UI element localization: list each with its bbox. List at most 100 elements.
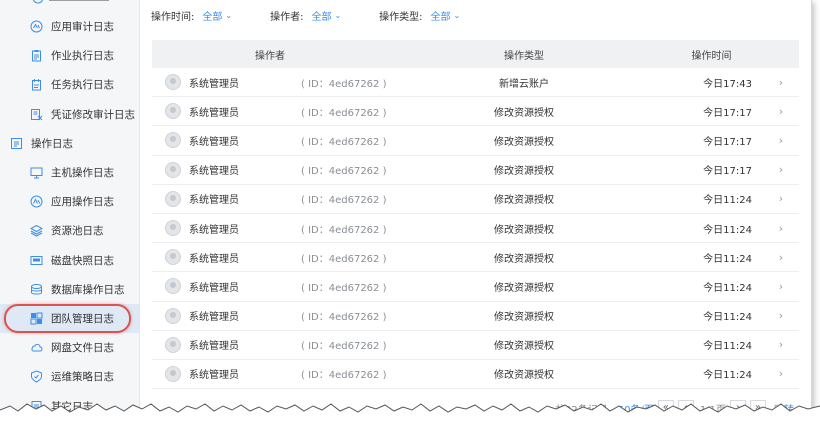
table-row[interactable]: 系统管理员 ( ID：4ed67262 ) 新增云账户 今日17:43 ›: [152, 68, 799, 98]
sidebar-item[interactable]: 主机操作日志: [0, 158, 139, 187]
sidebar-item[interactable]: 网盘文件日志: [0, 333, 139, 362]
operator-id: ( ID：4ed67262 ): [301, 78, 387, 90]
cropped-top-item: [32, 0, 109, 4]
filter-operator-dropdown[interactable]: 全部 ⌄: [311, 8, 341, 23]
cell-time: 今日11:24: [703, 253, 752, 265]
avatar: [165, 249, 181, 266]
chevron-right-icon[interactable]: ›: [763, 105, 799, 118]
avatar: [165, 220, 181, 237]
chevron-right-icon[interactable]: ›: [763, 251, 799, 264]
team-icon: [30, 312, 43, 325]
table-row[interactable]: 系统管理员 ( ID：4ed67262 ) 修改资源授权 今日17:17 ›: [152, 156, 799, 185]
torn-edge: [0, 403, 820, 430]
operator-name: 系统管理员: [189, 78, 239, 90]
sidebar-item-label: 资源池日志: [51, 225, 104, 238]
cell-time: 今日17:17: [703, 166, 752, 178]
cell-time: 今日11:24: [703, 312, 752, 324]
header-time: 操作时间: [691, 50, 732, 62]
sidebar-item-label: 作业执行日志: [51, 50, 114, 63]
sidebar-item[interactable]: 任务执行日志: [0, 70, 139, 99]
sidebar-item[interactable]: 作业执行日志: [0, 41, 139, 70]
table-row[interactable]: 系统管理员 ( ID：4ed67262 ) 修改资源授权 今日11:24 ›: [152, 360, 799, 390]
filter-type-label: 操作类型:: [379, 11, 423, 23]
table-row[interactable]: 系统管理员 ( ID：4ed67262 ) 修改资源授权 今日11:24 ›: [152, 302, 799, 331]
clipboard-icon: [30, 49, 43, 62]
database-icon: [30, 283, 43, 296]
cell-time: 今日11:24: [703, 370, 752, 382]
operator-name: 系统管理员: [189, 166, 239, 178]
main-content: 操作时间: 全部 ⌄ 操作者: 全部 ⌄ 操作类型: 全部 ⌄ 操作者 操作类型…: [141, 0, 811, 424]
sidebar-item-label: 凭证修改审计日志: [51, 108, 135, 121]
operator-id: ( ID：4ed67262 ): [301, 224, 387, 236]
chevron-right-icon[interactable]: ›: [763, 222, 799, 235]
sidebar-item[interactable]: 凭证修改审计日志: [0, 100, 139, 129]
filter-type-dropdown[interactable]: 全部 ⌄: [431, 8, 461, 23]
cell-type: 修改资源授权: [494, 136, 554, 148]
cell-operator: 系统管理员 ( ID：4ed67262 ): [152, 132, 388, 149]
cell-operator: 系统管理员 ( ID：4ed67262 ): [152, 307, 388, 324]
cell-operator: 系统管理员 ( ID：4ed67262 ): [152, 365, 388, 382]
chevron-right-icon[interactable]: ›: [763, 76, 799, 89]
chevron-right-icon[interactable]: ›: [763, 134, 799, 147]
chevron-right-icon[interactable]: ›: [763, 338, 799, 351]
sidebar-item[interactable]: 团队管理日志: [0, 304, 139, 333]
avatar: [165, 132, 181, 149]
filter-time-label: 操作时间:: [151, 11, 195, 23]
table-row[interactable]: 系统管理员 ( ID：4ed67262 ) 修改资源授权 今日11:24 ›: [152, 214, 799, 244]
avatar: [165, 307, 181, 324]
operator-name: 系统管理员: [189, 282, 239, 294]
disk-icon: [30, 254, 43, 267]
sidebar: 应用审计日志作业执行日志 任务执行日志凭证修改审计日志操作日志 主机操作日志应用操作…: [0, 0, 140, 424]
chevron-right-icon[interactable]: ›: [763, 163, 799, 176]
filter-time-dropdown[interactable]: 全部 ⌄: [202, 8, 232, 23]
cell-time: 今日11:24: [703, 341, 752, 353]
cell-type: 修改资源授权: [494, 341, 554, 353]
table-row[interactable]: 系统管理员 ( ID：4ed67262 ) 修改资源授权 今日11:24 ›: [152, 272, 799, 302]
filter-time-value: 全部: [202, 11, 223, 23]
chevron-right-icon[interactable]: ›: [763, 192, 799, 205]
sidebar-item[interactable]: 应用操作日志: [0, 187, 139, 216]
table-row[interactable]: 系统管理员 ( ID：4ed67262 ) 修改资源授权 今日11:24 ›: [152, 185, 799, 214]
filter-operator-label: 操作者:: [270, 11, 304, 23]
filter-time: 操作时间: 全部 ⌄: [151, 8, 232, 23]
operator-name: 系统管理员: [189, 341, 239, 353]
sidebar-item-label: 应用操作日志: [51, 196, 114, 209]
cell-time: 今日17:17: [703, 136, 752, 148]
table-row[interactable]: 系统管理员 ( ID：4ed67262 ) 修改资源授权 今日17:17 ›: [152, 97, 799, 127]
sidebar-item-label: 磁盘快照日志: [51, 254, 114, 267]
cell-type: 修改资源授权: [494, 370, 554, 382]
sidebar-item[interactable]: 磁盘快照日志: [0, 246, 139, 275]
cell-type: 修改资源授权: [494, 282, 554, 294]
log-table: 操作者 操作类型 操作时间 系统管理员( ID：4ed67262 ) 新增云账户今…: [152, 40, 799, 390]
sidebar-item[interactable]: 应用审计日志: [0, 12, 139, 41]
cell-operator: 系统管理员 ( ID：4ed67262 ): [152, 190, 388, 207]
cell-time: 今日17:43: [703, 78, 752, 90]
avatar: [165, 103, 181, 120]
sidebar-item[interactable]: 操作日志: [0, 129, 139, 158]
sidebar-item[interactable]: 资源池日志: [0, 216, 139, 245]
table-row[interactable]: 系统管理员 ( ID：4ed67262 ) 修改资源授权 今日11:24 ›: [152, 331, 799, 360]
sidebar-item-label: 任务执行日志: [51, 79, 114, 92]
cell-time: 今日17:17: [703, 107, 752, 119]
operator-name: 系统管理员: [189, 312, 239, 324]
operator-id: ( ID：4ed67262 ): [301, 195, 387, 207]
sidebar-item-label: 运维策略日志: [51, 371, 114, 384]
cell-time: 今日11:24: [703, 224, 752, 236]
sidebar-item[interactable]: 数据库操作日志: [0, 275, 139, 304]
avatar: [165, 365, 181, 382]
cell-type: 修改资源授权: [494, 107, 554, 119]
avatar: [165, 74, 181, 91]
table-row[interactable]: 系统管理员 ( ID：4ed67262 ) 修改资源授权 今日11:24 ›: [152, 243, 799, 273]
operator-id: ( ID：4ed67262 ): [301, 136, 387, 148]
chevron-right-icon[interactable]: ›: [763, 309, 799, 322]
cell-operator: 系统管理员 ( ID：4ed67262 ): [152, 249, 388, 266]
filter-bar: 操作时间: 全部 ⌄ 操作者: 全部 ⌄ 操作类型: 全部 ⌄: [151, 6, 498, 24]
table-row[interactable]: 系统管理员 ( ID：4ed67262 ) 修改资源授权 今日17:17 ›: [152, 126, 799, 156]
sidebar-item[interactable]: 运维策略日志: [0, 362, 139, 391]
filter-type-value: 全部: [430, 11, 451, 23]
operator-name: 系统管理员: [189, 253, 239, 265]
credential-icon: [30, 108, 43, 121]
chevron-right-icon[interactable]: ›: [763, 280, 799, 293]
cell-operator: 系统管理员 ( ID：4ed67262 ): [152, 74, 388, 91]
chevron-right-icon[interactable]: ›: [763, 367, 799, 380]
